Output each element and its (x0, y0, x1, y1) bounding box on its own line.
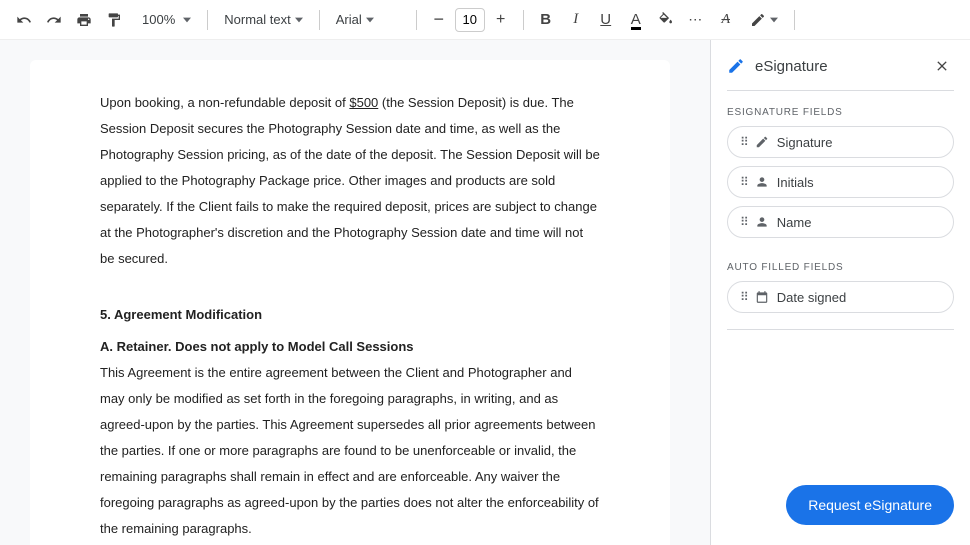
person-icon (755, 215, 769, 229)
document-area[interactable]: Upon booking, a non-refundable deposit o… (0, 40, 710, 545)
paragraph-style-select[interactable]: Normal text (216, 6, 310, 34)
highlight-color-button[interactable] (652, 6, 680, 34)
section-heading: 5. Agreement Modification (100, 302, 600, 328)
toolbar: 100% Normal text Arial − + B I U A ⋯ A (0, 0, 970, 40)
document-page: Upon booking, a non-refundable deposit o… (30, 60, 670, 545)
paragraph: Upon booking, a non-refundable deposit o… (100, 90, 600, 272)
close-icon (934, 58, 950, 74)
field-initials[interactable]: ⠿ Initials (727, 166, 954, 198)
calendar-icon (755, 290, 769, 304)
sidebar-title: eSignature (755, 58, 920, 75)
fields-section-label: ESIGNATURE FIELDS (727, 107, 954, 118)
pen-icon (727, 57, 745, 75)
grip-icon: ⠿ (740, 175, 747, 189)
person-icon (755, 175, 769, 189)
divider (416, 10, 417, 30)
grip-icon: ⠿ (740, 135, 747, 149)
field-date-signed[interactable]: ⠿ Date signed (727, 281, 954, 313)
divider (794, 10, 795, 30)
field-label: Initials (777, 175, 814, 190)
pen-icon (755, 135, 769, 149)
field-signature[interactable]: ⠿ Signature (727, 126, 954, 158)
divider (207, 10, 208, 30)
close-button[interactable] (930, 54, 954, 78)
font-size-input-wrap (455, 8, 485, 32)
request-esignature-button[interactable]: Request eSignature (786, 485, 954, 525)
font-family-select[interactable]: Arial (328, 6, 408, 34)
italic-button[interactable]: I (562, 6, 590, 34)
grip-icon: ⠿ (740, 290, 747, 304)
print-button[interactable] (70, 6, 98, 34)
divider (727, 329, 954, 330)
underline-button[interactable]: U (592, 6, 620, 34)
clear-format-button[interactable]: A (712, 6, 740, 34)
editing-mode-select[interactable] (742, 6, 786, 34)
font-size-increase-button[interactable]: + (487, 6, 515, 34)
esignature-sidebar: eSignature ESIGNATURE FIELDS ⠿ Signature… (710, 40, 970, 545)
subsection-heading: A. Retainer. Does not apply to Model Cal… (100, 334, 600, 360)
field-label: Date signed (777, 290, 846, 305)
bold-button[interactable]: B (532, 6, 560, 34)
divider (319, 10, 320, 30)
paragraph: This Agreement is the entire agreement b… (100, 360, 600, 542)
field-label: Signature (777, 135, 833, 150)
grip-icon: ⠿ (740, 215, 747, 229)
autofilled-section-label: AUTO FILLED FIELDS (727, 262, 954, 273)
field-label: Name (777, 215, 812, 230)
text-color-button[interactable]: A (622, 6, 650, 34)
more-options-button[interactable]: ⋯ (682, 6, 710, 34)
divider (523, 10, 524, 30)
redo-button[interactable] (40, 6, 68, 34)
field-name[interactable]: ⠿ Name (727, 206, 954, 238)
font-size-decrease-button[interactable]: − (425, 6, 453, 34)
paint-format-button[interactable] (100, 6, 128, 34)
zoom-select[interactable]: 100% (130, 6, 199, 34)
undo-button[interactable] (10, 6, 38, 34)
font-size-input[interactable] (456, 12, 484, 27)
